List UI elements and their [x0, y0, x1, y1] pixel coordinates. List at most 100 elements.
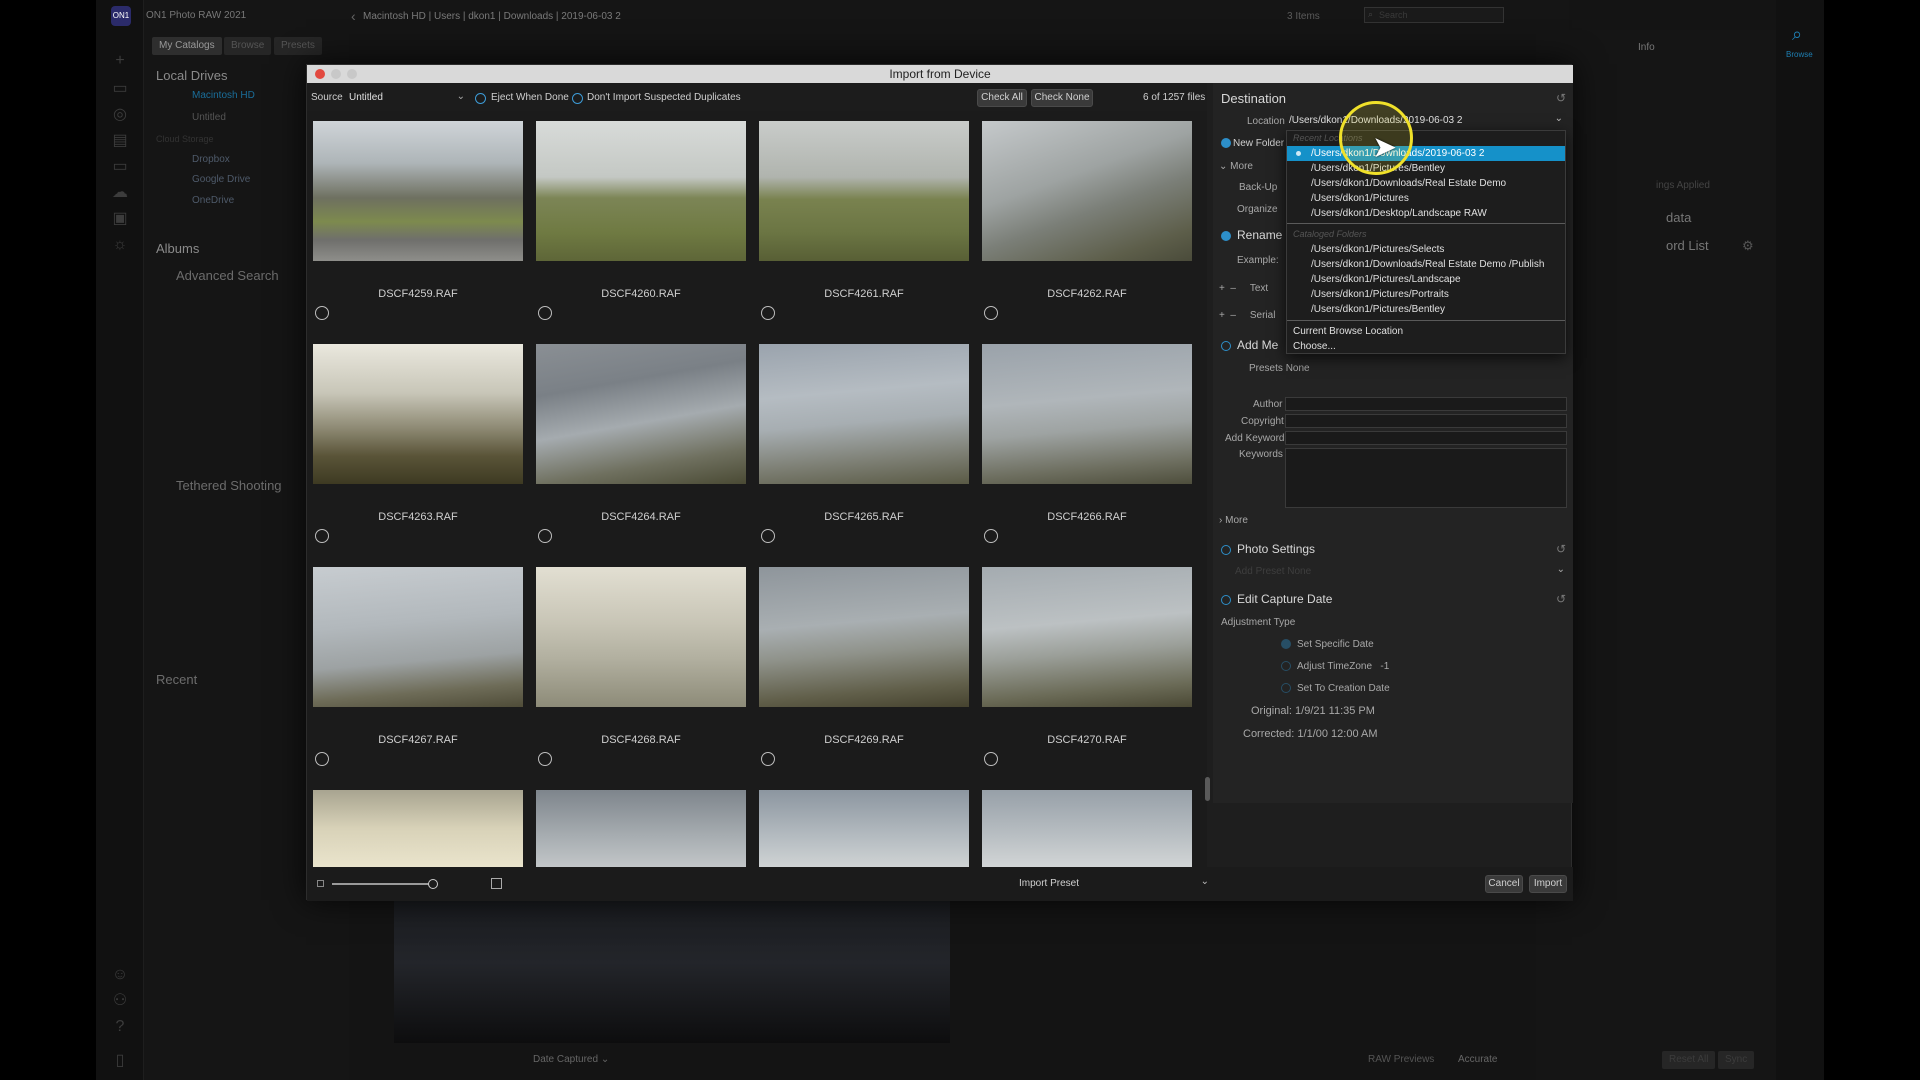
- thumbnail-image[interactable]: [536, 790, 746, 867]
- eject-when-done-radio[interactable]: [475, 93, 486, 104]
- minimize-button[interactable]: [331, 69, 341, 79]
- set-to-creation-radio[interactable]: [1281, 683, 1291, 693]
- select-checkbox[interactable]: [315, 752, 329, 766]
- breadcrumb-item[interactable]: Users: [434, 11, 460, 22]
- slider-handle[interactable]: [428, 879, 438, 889]
- thumbnail-image[interactable]: [982, 790, 1192, 867]
- reset-all-button[interactable]: Reset All: [1662, 1051, 1716, 1069]
- people-icon[interactable]: ☺: [110, 966, 130, 984]
- check-all-button[interactable]: Check All: [977, 89, 1027, 107]
- duplicates-radio[interactable]: [572, 93, 583, 104]
- edit-capture-date-radio[interactable]: [1221, 595, 1231, 605]
- thumbnail-size-slider[interactable]: [332, 879, 438, 889]
- search-field[interactable]: ⌕ Search: [1364, 7, 1504, 23]
- drive-untitled[interactable]: Untitled: [192, 112, 226, 123]
- import-icon[interactable]: ▤: [110, 132, 130, 150]
- keywords-field[interactable]: [1285, 448, 1567, 508]
- copyright-field[interactable]: [1285, 414, 1567, 428]
- close-button[interactable]: [315, 69, 325, 79]
- dropdown-item[interactable]: /Users/dkon1/Downloads/Real Estate Demo: [1287, 176, 1565, 191]
- rename-radio[interactable]: [1221, 231, 1231, 241]
- large-thumb-icon[interactable]: [491, 878, 502, 889]
- thumbnail-image[interactable]: [313, 567, 523, 707]
- select-checkbox[interactable]: [984, 306, 998, 320]
- breadcrumb-item[interactable]: Downloads: [504, 11, 553, 22]
- import-preset-select[interactable]: Import Preset ⌄: [1019, 876, 1209, 889]
- add-icon[interactable]: +: [110, 52, 130, 70]
- set-specific-date-radio[interactable]: [1281, 639, 1291, 649]
- sort-dropdown[interactable]: Date Captured ⌄: [533, 1054, 609, 1065]
- select-checkbox[interactable]: [538, 529, 552, 543]
- cloud-onedrive[interactable]: OneDrive: [192, 195, 234, 206]
- lightbulb-icon[interactable]: ☼: [110, 236, 130, 254]
- thumbnail-image[interactable]: [982, 121, 1192, 261]
- select-checkbox[interactable]: [761, 529, 775, 543]
- thumbnail-image[interactable]: [536, 121, 746, 261]
- add-preset-select[interactable]: Add Preset None ⌄: [1235, 564, 1567, 577]
- dropdown-item[interactable]: /Users/dkon1/Pictures: [1287, 191, 1565, 206]
- dropdown-item[interactable]: /Users/dkon1/Pictures/Landscape: [1287, 272, 1565, 287]
- thumbnail-image[interactable]: [982, 344, 1192, 484]
- choose-item[interactable]: Choose...: [1287, 339, 1565, 354]
- thumbnail-image[interactable]: [759, 567, 969, 707]
- dropdown-item[interactable]: /Users/dkon1/Downloads/2019-06-03 2: [1287, 146, 1565, 161]
- tab-presets[interactable]: Presets: [274, 37, 322, 55]
- thumbnail-image[interactable]: [536, 344, 746, 484]
- advanced-search[interactable]: Advanced Search: [176, 268, 279, 283]
- breadcrumb-item[interactable]: 2019-06-03 2: [561, 11, 621, 22]
- add-metadata-radio[interactable]: [1221, 341, 1231, 351]
- help-icon[interactable]: ?: [110, 1018, 130, 1036]
- select-checkbox[interactable]: [315, 306, 329, 320]
- select-checkbox[interactable]: [984, 529, 998, 543]
- location-select[interactable]: /Users/dkon1/Downloads/2019-06-03 2 ⌄: [1289, 113, 1567, 129]
- drive-icon[interactable]: ▭: [110, 158, 130, 176]
- reset-icon[interactable]: ↺: [1556, 542, 1566, 556]
- select-checkbox[interactable]: [538, 306, 552, 320]
- reset-icon[interactable]: ↺: [1556, 592, 1566, 606]
- photo-settings-radio[interactable]: [1221, 545, 1231, 555]
- grid-scrollbar[interactable]: [1205, 777, 1210, 801]
- source-select[interactable]: Untitled ⌄: [349, 91, 465, 103]
- select-checkbox[interactable]: [984, 752, 998, 766]
- cloud-dropbox[interactable]: Dropbox: [192, 154, 230, 165]
- drive-macintosh-hd[interactable]: Macintosh HD: [192, 90, 255, 101]
- user-icon[interactable]: ⚇: [110, 992, 130, 1010]
- dropdown-item[interactable]: /Users/dkon1/Pictures/Bentley: [1287, 302, 1565, 317]
- select-checkbox[interactable]: [761, 752, 775, 766]
- album-icon[interactable]: ▣: [110, 210, 130, 228]
- cloud-icon[interactable]: ☁: [110, 184, 130, 202]
- dropdown-item[interactable]: /Users/dkon1/Downloads/Real Estate Demo …: [1287, 257, 1565, 272]
- thumbnail-image[interactable]: [759, 790, 969, 867]
- monitor-icon[interactable]: ▭: [110, 80, 130, 98]
- info-tab[interactable]: Info: [1638, 42, 1655, 53]
- small-thumb-icon[interactable]: [317, 880, 324, 887]
- new-folder-radio[interactable]: [1221, 138, 1231, 148]
- more-toggle[interactable]: ⌄ More: [1219, 161, 1253, 172]
- thumbnail-image[interactable]: [536, 567, 746, 707]
- tab-my-catalogs[interactable]: My Catalogs: [152, 37, 222, 55]
- check-none-button[interactable]: Check None: [1031, 89, 1093, 107]
- cloud-google-drive[interactable]: Google Drive: [192, 174, 250, 185]
- breadcrumb-item[interactable]: dkon1: [468, 11, 495, 22]
- adjust-timezone-radio[interactable]: [1281, 661, 1291, 671]
- tab-browse[interactable]: Browse: [224, 37, 272, 55]
- serial-token-row[interactable]: + – Serial: [1219, 310, 1275, 321]
- breadcrumb-item[interactable]: Macintosh HD: [363, 11, 426, 22]
- select-checkbox[interactable]: [761, 306, 775, 320]
- select-checkbox[interactable]: [315, 529, 329, 543]
- browse-module-label[interactable]: Browse: [1786, 50, 1813, 59]
- camera-icon[interactable]: ◎: [110, 106, 130, 124]
- current-browse-location-item[interactable]: Current Browse Location: [1287, 324, 1565, 339]
- dropdown-item[interactable]: /Users/dkon1/Pictures/Portraits: [1287, 287, 1565, 302]
- tethered-shooting[interactable]: Tethered Shooting: [176, 478, 282, 493]
- browse-module-icon[interactable]: ⌕: [1792, 24, 1802, 45]
- sync-button[interactable]: Sync: [1718, 1051, 1755, 1069]
- thumbnail-image[interactable]: [759, 121, 969, 261]
- more-toggle-2[interactable]: › More: [1219, 515, 1248, 526]
- thumbnail-image[interactable]: [313, 121, 523, 261]
- thumbnail-image[interactable]: [313, 344, 523, 484]
- dropdown-item[interactable]: /Users/dkon1/Desktop/Landscape RAW: [1287, 206, 1565, 221]
- gear-icon[interactable]: ⚙: [1742, 238, 1754, 254]
- dropdown-item[interactable]: /Users/dkon1/Pictures/Bentley: [1287, 161, 1565, 176]
- author-field[interactable]: [1285, 397, 1567, 411]
